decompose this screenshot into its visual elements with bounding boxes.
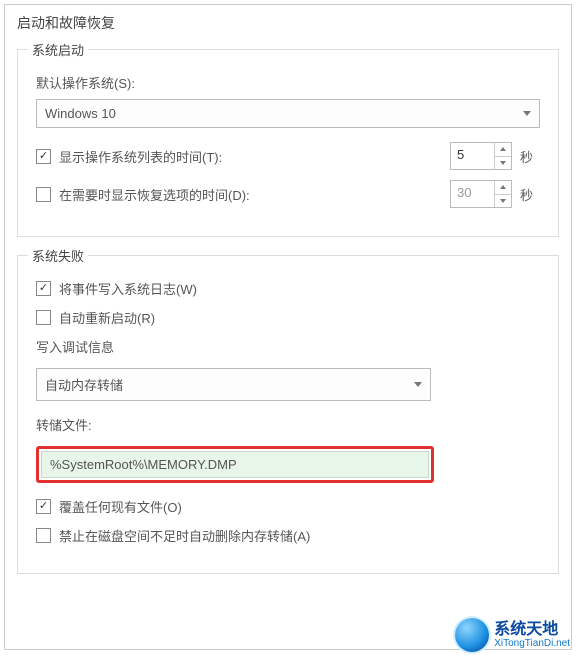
dump-file-highlight: %SystemRoot%\MEMORY.DMP [36,446,434,483]
spinner-down-button[interactable] [495,157,511,170]
spinner-up-button[interactable] [495,143,511,157]
overwrite-existing-label: 覆盖任何现有文件(O) [59,497,182,516]
arrow-up-icon [500,185,506,189]
show-os-list-time-spinner[interactable]: 5 [450,142,512,170]
watermark-main: 系统天地 [494,621,570,639]
watermark-sub: XiTongTianDi.net [494,638,570,649]
chevron-down-icon [414,382,422,387]
default-os-value: Windows 10 [45,106,116,121]
system-failure-group: 系统失败 将事件写入系统日志(W) 自动重新启动(R) 写入调试信息 自动内存转… [17,255,559,574]
show-recovery-unit: 秒 [520,185,540,204]
system-startup-legend: 系统启动 [28,40,88,59]
show-recovery-time-value: 30 [451,181,494,207]
arrow-up-icon [500,147,506,151]
write-event-log-label: 将事件写入系统日志(W) [59,279,197,298]
show-recovery-label: 在需要时显示恢复选项的时间(D): [59,185,250,204]
debug-info-label: 写入调试信息 [36,337,540,356]
show-recovery-checkbox[interactable] [36,187,51,202]
disable-auto-delete-label: 禁止在磁盘空间不足时自动删除内存转储(A) [59,526,310,545]
auto-restart-checkbox[interactable] [36,310,51,325]
write-event-log-checkbox[interactable] [36,281,51,296]
show-os-list-label: 显示操作系统列表的时间(T): [59,147,222,166]
show-os-list-time-value: 5 [451,143,494,169]
system-startup-group: 系统启动 默认操作系统(S): Windows 10 显示操作系统列表的时间(T… [17,49,559,237]
arrow-down-icon [500,199,506,203]
show-recovery-time-spinner: 30 [450,180,512,208]
watermark: 系统天地 XiTongTianDi.net [455,618,570,652]
dump-file-input[interactable]: %SystemRoot%\MEMORY.DMP [41,451,429,478]
globe-icon [455,618,489,652]
default-os-label: 默认操作系统(S): [36,73,540,92]
arrow-down-icon [500,161,506,165]
dump-file-label: 转储文件: [36,415,540,434]
debug-dump-type-value: 自动内存转储 [45,375,123,394]
spinner-up-button-disabled [495,181,511,195]
show-os-list-checkbox[interactable] [36,149,51,164]
auto-restart-label: 自动重新启动(R) [59,308,155,327]
show-os-list-unit: 秒 [520,147,540,166]
dialog-title: 启动和故障恢复 [5,5,571,41]
default-os-select[interactable]: Windows 10 [36,99,540,128]
spinner-down-button-disabled [495,195,511,208]
overwrite-existing-checkbox[interactable] [36,499,51,514]
startup-recovery-dialog: 启动和故障恢复 系统启动 默认操作系统(S): Windows 10 显示操作系… [4,4,572,650]
disable-auto-delete-checkbox[interactable] [36,528,51,543]
chevron-down-icon [523,111,531,116]
debug-dump-type-select[interactable]: 自动内存转储 [36,368,431,401]
system-failure-legend: 系统失败 [28,246,88,265]
